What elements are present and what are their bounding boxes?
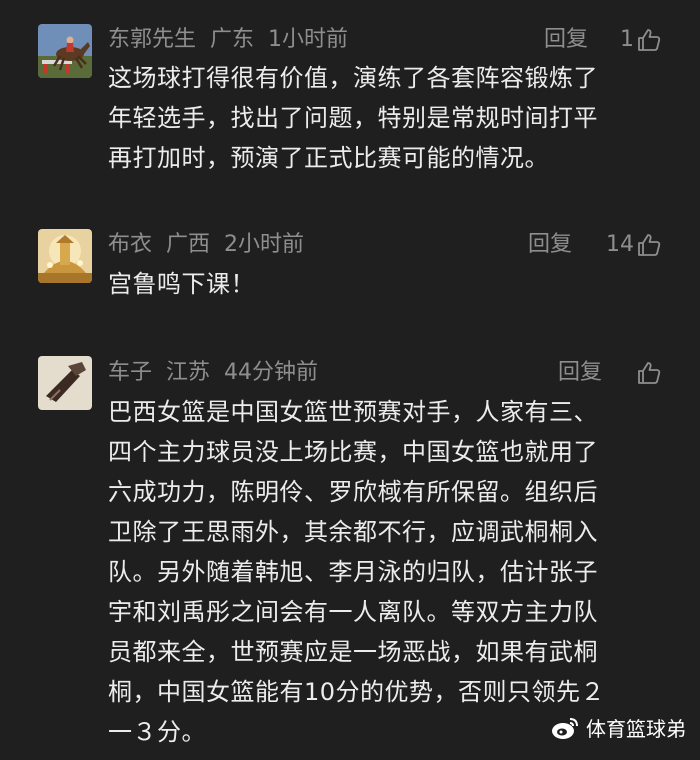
avatar-horse-rider-image — [38, 24, 92, 78]
location: 江苏 — [166, 360, 211, 385]
like-button[interactable]: 1 — [620, 22, 662, 58]
avatar-object-image — [38, 356, 92, 410]
comment-meta: 车子 江苏 44分钟前 — [108, 355, 332, 391]
thumbs-up-icon — [638, 29, 661, 51]
comment-text: 宫鲁鸣下课！ — [108, 270, 255, 298]
weibo-icon — [552, 717, 578, 739]
avatar-golden-palace-image — [38, 229, 92, 283]
user-avatar[interactable] — [38, 356, 92, 410]
like-button[interactable] — [634, 355, 662, 391]
location: 广东 — [210, 27, 255, 52]
comment-text: 巴西女篮是中国女篮世预赛对手，人家有三、 四个主力球员没上场比赛，中国女篮也就用… — [108, 398, 606, 746]
reply-button[interactable]: 回复 — [528, 227, 572, 263]
thumbs-up-icon — [638, 362, 661, 384]
username[interactable]: 东郭先生 — [108, 27, 196, 52]
user-avatar[interactable] — [38, 229, 92, 283]
like-count: 1 — [620, 27, 634, 52]
comment-text: 这场球打得很有价值，演练了各套阵容锻炼了 年轻选手，找出了问题，特别是常规时间打… — [108, 64, 598, 172]
like-button[interactable]: 14 — [606, 227, 662, 263]
username[interactable]: 布衣 — [108, 232, 152, 257]
watermark-text: 体育篮球弟 — [586, 717, 686, 741]
timestamp: 1小时前 — [268, 27, 349, 52]
like-count: 14 — [606, 232, 634, 257]
reply-button[interactable]: 回复 — [558, 355, 602, 391]
location: 广西 — [166, 232, 211, 257]
comment-meta: 东郭先生 广东 1小时前 — [108, 22, 362, 58]
watermark: 体育篮球弟 — [550, 713, 686, 742]
timestamp: 44分钟前 — [224, 360, 319, 385]
timestamp: 2小时前 — [224, 232, 305, 257]
username[interactable]: 车子 — [108, 360, 152, 385]
comment-meta: 布衣 广西 2小时前 — [108, 227, 318, 263]
reply-button[interactable]: 回复 — [544, 22, 588, 58]
thumbs-up-icon — [638, 234, 661, 256]
user-avatar[interactable] — [38, 24, 92, 78]
